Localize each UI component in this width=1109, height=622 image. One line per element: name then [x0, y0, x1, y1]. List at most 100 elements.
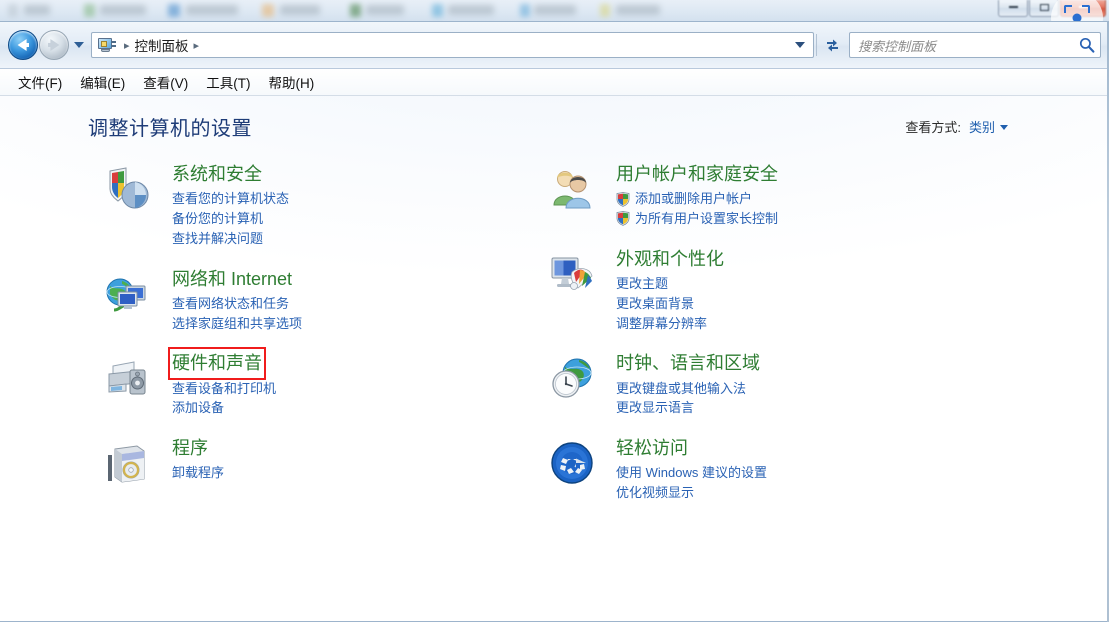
menu-view[interactable]: 查看(V): [134, 69, 197, 95]
category-icon-wrapper[interactable]: [100, 351, 156, 418]
menu-edit[interactable]: 编辑(E): [71, 69, 134, 95]
ease-of-access-icon: [551, 442, 593, 484]
monitor-palette-icon: [551, 257, 593, 290]
category-title[interactable]: 系统和安全: [172, 162, 262, 186]
menu-help[interactable]: 帮助(H): [260, 69, 324, 95]
category-link[interactable]: 选择家庭组和共享选项: [172, 314, 540, 334]
category-icon-wrapper[interactable]: [544, 162, 600, 229]
category-link-label: 优化视频显示: [616, 485, 695, 501]
category-body: 用户帐户和家庭安全 添加或删除用户帐户 为所有用户设置家长控制: [600, 162, 984, 229]
category-title[interactable]: 轻松访问: [616, 436, 688, 460]
category-body: 网络和 Internet 查看网络状态和任务 选择家庭组和共享选项: [156, 267, 540, 334]
category-link-label: 更改主题: [616, 276, 669, 292]
background-window-strip: [0, 0, 1109, 22]
menu-file[interactable]: 文件(F): [9, 69, 71, 95]
category-title[interactable]: 用户帐户和家庭安全: [616, 162, 778, 186]
category-link[interactable]: 添加或删除用户帐户: [616, 189, 984, 209]
category-link[interactable]: 备份您的计算机: [172, 209, 540, 229]
category-right-2: 时钟、语言和区域更改键盘或其他输入法 更改显示语言: [544, 351, 984, 418]
category-link[interactable]: 查看网络状态和任务: [172, 294, 540, 314]
users-icon: [553, 171, 591, 209]
category-link-label: 查看设备和打印机: [172, 380, 277, 396]
uac-shield-icon: [616, 191, 630, 207]
view-mode-selector[interactable]: 查看方式: 类别: [905, 117, 1008, 136]
category-body: 系统和安全查看您的计算机状态 备份您的计算机 查找并解决问题: [156, 162, 540, 249]
category-link-label: 添加或删除用户帐户: [635, 191, 753, 207]
category-link[interactable]: 使用 Windows 建议的设置: [616, 463, 984, 483]
category-links: 使用 Windows 建议的设置优化视频显示: [616, 463, 984, 503]
category-link-label: 查看您的计算机状态: [172, 191, 290, 207]
chevron-down-icon: [1000, 125, 1008, 130]
category-link[interactable]: 查找并解决问题: [172, 229, 540, 249]
view-mode-value[interactable]: 类别: [969, 117, 995, 136]
category-right-0: 用户帐户和家庭安全 添加或删除用户帐户 为所有用户设置家长控制: [544, 162, 984, 229]
category-link[interactable]: 卸载程序: [172, 463, 540, 483]
category-link-label: 选择家庭组和共享选项: [172, 315, 303, 331]
refresh-icon: [826, 39, 838, 51]
page-title: 调整计算机的设置: [88, 118, 252, 140]
breadcrumb-separator-icon: ▸: [124, 39, 130, 52]
category-body: 外观和个性化更改主题更改桌面背景 调整屏幕分辨率: [600, 247, 984, 334]
category-link[interactable]: 调整屏幕分辨率: [616, 314, 984, 334]
category-links: 更改主题更改桌面背景 调整屏幕分辨率: [616, 274, 984, 333]
forward-button[interactable]: [39, 30, 69, 60]
navigation-bar: ▸ 控制面板 ▸ 搜索控制面板: [0, 22, 1109, 69]
category-link-label: 添加设备: [172, 400, 225, 416]
content-area: 调整计算机的设置 查看方式: 类别 系统和安全 查看您的计算机状态 备份您的计算机查…: [0, 96, 1109, 620]
category-link[interactable]: 添加设备: [172, 398, 540, 418]
back-button[interactable]: [8, 30, 38, 60]
category-link-label: 查找并解决问题: [172, 230, 264, 246]
minimize-button[interactable]: [998, 0, 1028, 17]
category-links: 添加或删除用户帐户 为所有用户设置家长控制: [616, 189, 984, 229]
category-left-3: 程序 卸载程序: [100, 436, 540, 487]
category-link[interactable]: 更改显示语言: [616, 398, 984, 418]
recent-pages-dropdown[interactable]: [72, 30, 86, 60]
category-link-label: 更改键盘或其他输入法: [616, 380, 747, 396]
search-box[interactable]: 搜索控制面板: [849, 32, 1101, 58]
category-link[interactable]: 更改键盘或其他输入法: [616, 379, 984, 399]
maximize-glyph: [1039, 4, 1049, 11]
category-link-label: 更改桌面背景: [616, 295, 695, 311]
chevron-down-icon: [795, 42, 805, 48]
search-input[interactable]: 搜索控制面板: [858, 36, 1078, 55]
address-bar[interactable]: ▸ 控制面板 ▸: [91, 32, 814, 58]
category-link-label: 查看网络状态和任务: [172, 295, 290, 311]
clock-globe-icon: [552, 358, 592, 398]
chevron-down-icon: [74, 42, 84, 48]
category-link-label: 备份您的计算机: [172, 211, 264, 227]
software-box-icon: [108, 445, 145, 483]
category-links: 更改键盘或其他输入法 更改显示语言: [616, 379, 984, 419]
breadcrumb-item-control-panel[interactable]: 控制面板: [135, 35, 189, 55]
menu-tools[interactable]: 工具(T): [197, 69, 259, 95]
category-link[interactable]: 更改桌面背景: [616, 294, 984, 314]
category-title[interactable]: 网络和 Internet: [172, 267, 292, 291]
refresh-button[interactable]: [819, 33, 845, 57]
category-link[interactable]: 查看您的计算机状态: [172, 189, 540, 209]
category-link[interactable]: 优化视频显示: [616, 483, 984, 503]
category-title[interactable]: 外观和个性化: [616, 247, 724, 271]
category-left-1: 网络和 Internet 查看网络状态和任务 选择家庭组和共享选项: [100, 267, 540, 334]
category-right-3: 轻松访问使用 Windows 建议的设置优化视频显示: [544, 436, 984, 503]
category-icon-wrapper[interactable]: [544, 436, 600, 503]
category-left-2: 硬件和声音 查看设备和打印机 添加设备: [100, 347, 540, 418]
category-icon-wrapper[interactable]: [544, 247, 600, 334]
category-link-label: 调整屏幕分辨率: [616, 315, 708, 331]
category-link[interactable]: 为所有用户设置家长控制: [616, 209, 984, 229]
category-column-left: 系统和安全查看您的计算机状态 备份您的计算机 查找并解决问题 网络和 Interne…: [100, 162, 540, 521]
category-icon-wrapper[interactable]: [100, 267, 156, 334]
control-panel-window: ▸ 控制面板 ▸ 搜索控制面板 文件(F) 编辑(E) 查看(V) 工具(T) …: [0, 21, 1109, 622]
category-title[interactable]: 程序: [172, 436, 208, 460]
category-icon-wrapper[interactable]: [100, 162, 156, 249]
category-title[interactable]: 时钟、语言和区域: [616, 351, 760, 375]
security-shield-icon: [109, 167, 149, 209]
address-history-dropdown[interactable]: [791, 33, 809, 57]
category-link-label: 更改显示语言: [616, 400, 695, 416]
breadcrumb-separator-icon-2[interactable]: ▸: [194, 39, 200, 52]
category-column-right: 用户帐户和家庭安全 添加或删除用户帐户 为所有用户设置家长控制 外观和个性化更改…: [544, 162, 984, 521]
category-link[interactable]: 更改主题: [616, 274, 984, 294]
toolbar-divider: [816, 34, 817, 56]
category-icon-wrapper[interactable]: [544, 351, 600, 418]
category-link[interactable]: 查看设备和打印机: [172, 379, 540, 399]
category-title[interactable]: 硬件和声音: [168, 347, 266, 380]
category-icon-wrapper[interactable]: [100, 436, 156, 487]
